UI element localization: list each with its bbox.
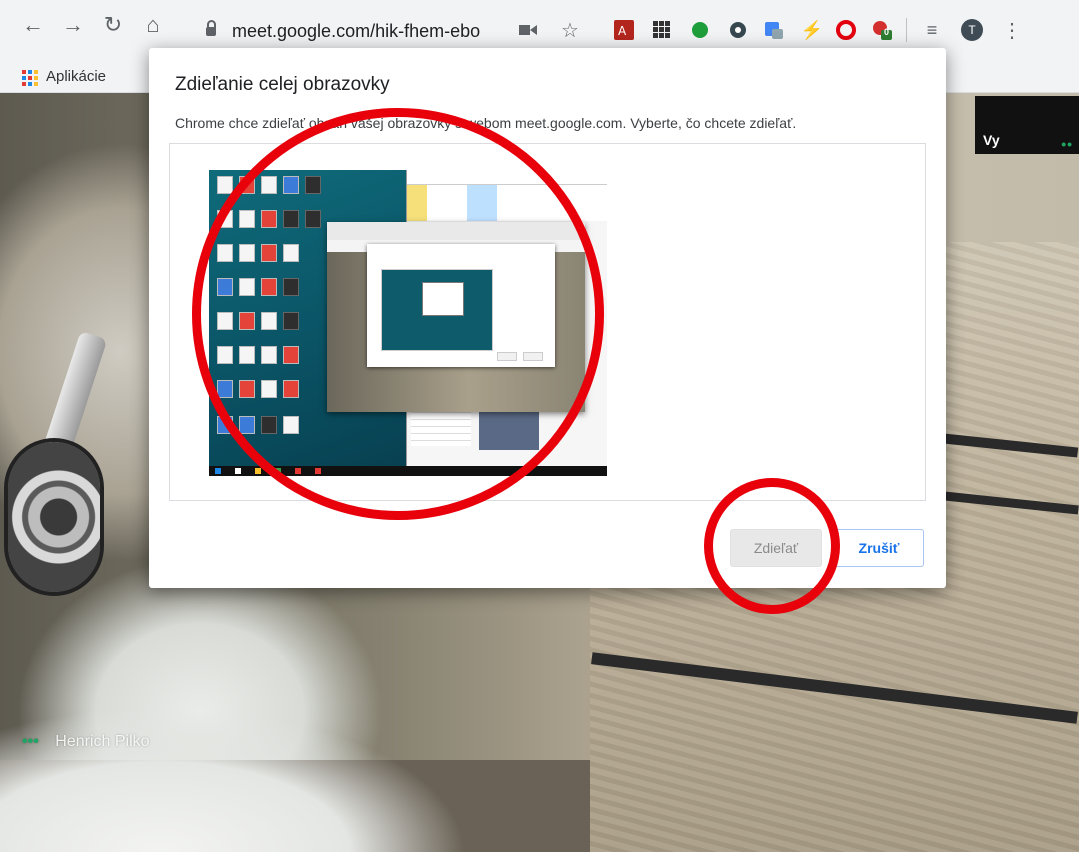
desktop-icon xyxy=(261,176,277,194)
screen-picker xyxy=(169,143,926,501)
audio-indicator-icon: •• xyxy=(1061,136,1073,152)
back-icon[interactable]: ← xyxy=(18,10,48,40)
desktop-icon xyxy=(261,416,277,434)
nested-dialog-thumb xyxy=(367,244,555,367)
green-leaf-extension-icon[interactable] xyxy=(688,18,712,42)
translate-extension-icon[interactable] xyxy=(762,18,786,42)
browser-window-thumb xyxy=(327,222,585,412)
desktop-icon xyxy=(217,278,233,296)
opera-extension-icon[interactable] xyxy=(834,18,858,42)
desktop-icon xyxy=(217,416,233,434)
desktop-icon xyxy=(217,210,233,228)
apps-bookmark[interactable]: Aplikácie xyxy=(46,68,106,85)
desktop-icon xyxy=(305,176,321,194)
desktop-icon xyxy=(283,176,299,194)
pdf-extension-icon[interactable]: A xyxy=(612,18,636,42)
desktop-icon xyxy=(217,346,233,364)
desktop-icon xyxy=(283,244,299,262)
bookmark-star-icon[interactable]: ☆ xyxy=(558,18,582,42)
profile-avatar[interactable]: T xyxy=(960,18,984,42)
desktop-icon xyxy=(217,176,233,194)
desktop-icon xyxy=(283,210,299,228)
desktop-icon xyxy=(239,244,255,262)
desktop-icon xyxy=(239,346,255,364)
desktop-icon xyxy=(261,210,277,228)
shirt-area xyxy=(0,652,520,852)
desktop-icon xyxy=(261,346,277,364)
extension-badge: 0 xyxy=(884,27,890,37)
dialog-description: Chrome chce zdieľať obsah vašej obrazovk… xyxy=(175,115,797,131)
lock-extension-icon[interactable]: 0 xyxy=(870,18,894,42)
desktop-icon xyxy=(283,278,299,296)
forward-icon[interactable]: → xyxy=(58,10,88,40)
share-button[interactable]: Zdieľať xyxy=(730,529,822,567)
desktop-icon xyxy=(283,312,299,330)
cancel-button[interactable]: Zrušiť xyxy=(834,529,924,567)
apps-grid-icon[interactable] xyxy=(22,70,38,86)
camera-icon[interactable] xyxy=(516,18,540,42)
svg-text:A: A xyxy=(618,24,627,38)
home-icon[interactable]: ⌂ xyxy=(138,10,168,40)
desktop-icon xyxy=(239,176,255,194)
reload-icon[interactable]: ↻ xyxy=(98,10,128,40)
self-preview-tile: Vy •• xyxy=(975,96,1079,154)
dialog-title: Zdieľanie celej obrazovky xyxy=(175,74,390,95)
lock-icon xyxy=(206,19,216,36)
share-screen-dialog: Zdieľanie celej obrazovky Chrome chce zd… xyxy=(149,48,946,588)
avatar-initial: T xyxy=(961,19,983,41)
target-extension-icon[interactable] xyxy=(726,18,750,42)
desktop-icon xyxy=(261,244,277,262)
desktop-icon xyxy=(261,380,277,398)
desktop-icon xyxy=(239,210,255,228)
desktop-icon xyxy=(283,380,299,398)
self-label: Vy xyxy=(983,132,1000,148)
lightning-extension-icon[interactable]: ⚡ xyxy=(800,18,824,42)
participant-name: Henrich Pilko xyxy=(55,733,150,750)
desktop-icon xyxy=(217,244,233,262)
headphone-earcup xyxy=(8,442,100,592)
desktop-icon xyxy=(261,312,277,330)
desktop-icon xyxy=(239,312,255,330)
desktop-icon xyxy=(217,380,233,398)
participant-name-label: ••• Henrich Pilko xyxy=(22,733,150,751)
taskbar-thumb xyxy=(209,466,607,476)
desktop-icon xyxy=(305,210,321,228)
address-bar[interactable]: meet.google.com/hik-fhem-ebo xyxy=(196,14,606,48)
desktop-icon xyxy=(283,346,299,364)
desktop-icon xyxy=(239,416,255,434)
url-text: meet.google.com/hik-fhem-ebo xyxy=(232,20,481,41)
screen-thumbnail[interactable] xyxy=(209,170,607,476)
desktop-icon xyxy=(261,278,277,296)
media-control-icon[interactable]: ≡ xyxy=(920,18,944,42)
audio-indicator-icon: ••• xyxy=(22,733,39,750)
desktop-icon xyxy=(239,278,255,296)
desktop-icon xyxy=(217,312,233,330)
desktop-icon xyxy=(283,416,299,434)
grid-extension-icon[interactable] xyxy=(650,18,674,42)
toolbar-divider xyxy=(906,18,907,42)
desktop-icon xyxy=(239,380,255,398)
menu-icon[interactable]: ⋮ xyxy=(1000,18,1024,42)
